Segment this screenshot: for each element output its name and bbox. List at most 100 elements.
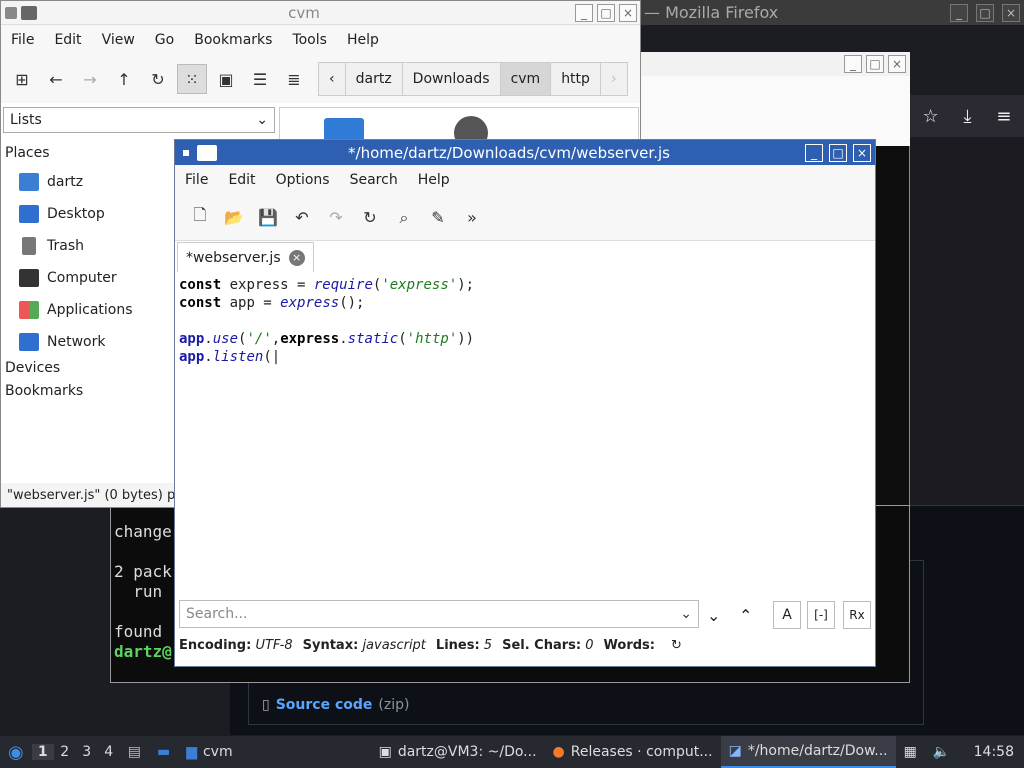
menu-file[interactable]: File bbox=[175, 172, 218, 188]
taskbar-item-label: Releases · comput... bbox=[570, 744, 713, 760]
match-case-icon[interactable]: A bbox=[773, 601, 801, 629]
file-manager-launcher-icon[interactable]: ▤ bbox=[120, 736, 149, 768]
menu-edit[interactable]: Edit bbox=[44, 32, 91, 48]
taskbar-item-editor[interactable]: ◪ */home/dartz/Dow... bbox=[720, 736, 896, 768]
menu-go[interactable]: Go bbox=[145, 32, 184, 48]
new-file-icon[interactable]: 🗋 bbox=[185, 203, 215, 233]
search-prev-icon[interactable]: ⌃ bbox=[739, 606, 752, 625]
window-menu-icon[interactable] bbox=[5, 6, 17, 19]
desktop-2[interactable]: 2 bbox=[54, 744, 76, 760]
find-icon[interactable]: ⌕ bbox=[389, 203, 419, 233]
back-icon[interactable]: ← bbox=[41, 64, 71, 94]
forward-icon[interactable]: → bbox=[75, 64, 105, 94]
minimize-icon[interactable]: _ bbox=[844, 55, 862, 73]
taskbar-item-firefox[interactable]: ● Releases · comput... bbox=[545, 736, 721, 768]
search-input[interactable]: Search... ⌄ bbox=[179, 600, 699, 628]
show-desktop-icon[interactable]: ▬ bbox=[149, 736, 178, 768]
reload-icon[interactable]: ↻ bbox=[143, 64, 173, 94]
replace-icon[interactable]: ✎ bbox=[423, 203, 453, 233]
places-header[interactable]: Places bbox=[5, 145, 50, 161]
side-pane-mode-select[interactable]: Lists ⌄ bbox=[3, 107, 275, 133]
sidebar-item-network[interactable]: Network bbox=[19, 333, 105, 351]
window-menu-icon[interactable] bbox=[183, 149, 189, 156]
menu-bookmarks[interactable]: Bookmarks bbox=[184, 32, 282, 48]
source-code-zip: (zip) bbox=[378, 697, 410, 713]
sidebar-item-computer[interactable]: Computer bbox=[19, 269, 117, 287]
taskbar-item-terminal[interactable]: ▣ dartz@VM3: ~/Do... bbox=[371, 736, 545, 768]
search-next-icon[interactable]: ⌄ bbox=[707, 606, 720, 625]
sidebar-item-desktop[interactable]: Desktop bbox=[19, 205, 105, 223]
regex-icon[interactable]: Rx bbox=[843, 601, 871, 629]
chevron-down-icon[interactable]: ⌄ bbox=[680, 606, 692, 622]
compact-view-icon[interactable]: ☰ bbox=[245, 64, 275, 94]
menu-help[interactable]: Help bbox=[408, 172, 460, 188]
redo-icon[interactable]: ↷ bbox=[321, 203, 351, 233]
code-editor[interactable]: const express = require('express'); cons… bbox=[179, 276, 474, 366]
volume-icon[interactable]: 🔈 bbox=[925, 736, 958, 768]
clock[interactable]: 14:58 bbox=[966, 736, 1024, 768]
breadcrumb-scroll-left-icon[interactable]: ‹ bbox=[318, 62, 346, 96]
new-tab-icon[interactable]: ⊞ bbox=[7, 64, 37, 94]
desktop-4[interactable]: 4 bbox=[98, 744, 120, 760]
sidebar-item-dartz[interactable]: dartz bbox=[19, 173, 83, 191]
open-folder-icon[interactable]: 📂 bbox=[219, 203, 249, 233]
file-manager-title: cvm bbox=[288, 3, 320, 22]
close-tab-icon[interactable]: × bbox=[288, 249, 305, 266]
breadcrumb-dartz[interactable]: dartz bbox=[344, 62, 403, 96]
menu-search[interactable]: Search bbox=[340, 172, 408, 188]
bookmark-star-icon[interactable]: ☆ bbox=[922, 106, 938, 127]
thumbnail-view-icon[interactable]: ▣ bbox=[211, 64, 241, 94]
sel-chars-label: Sel. Chars: bbox=[502, 638, 582, 653]
minimize-icon[interactable]: _ bbox=[950, 3, 968, 22]
desktop-1[interactable]: 1 bbox=[31, 744, 54, 760]
refresh-count-icon[interactable]: ↻ bbox=[671, 638, 682, 653]
icon-view-icon[interactable]: ⁙ bbox=[177, 64, 207, 94]
menu-help[interactable]: Help bbox=[337, 32, 389, 48]
goto-icon[interactable]: » bbox=[457, 203, 487, 233]
breadcrumb-downloads[interactable]: Downloads bbox=[401, 62, 501, 96]
maximize-icon[interactable]: □ bbox=[976, 3, 994, 22]
editor-toolbar: 🗋 📂 💾 ↶ ↷ ↻ ⌕ ✎ » bbox=[175, 195, 875, 241]
detail-view-icon[interactable]: ≣ bbox=[279, 64, 309, 94]
close-icon[interactable]: × bbox=[619, 3, 637, 22]
source-code-link-row[interactable]: ▯ Source code (zip) bbox=[262, 697, 409, 713]
start-menu-icon[interactable]: ◉ bbox=[0, 736, 32, 768]
clipboard-icon[interactable]: ▦ bbox=[896, 736, 925, 768]
breadcrumb-http[interactable]: http bbox=[550, 62, 601, 96]
taskbar: ◉ 1 2 3 4 ▤ ▬ ▆ cvm ▣ dartz@VM3: ~/Do... ●… bbox=[0, 736, 1024, 768]
menu-view[interactable]: View bbox=[92, 32, 145, 48]
desktop-3[interactable]: 3 bbox=[76, 744, 98, 760]
breadcrumb-scroll-right-icon[interactable]: › bbox=[599, 62, 628, 96]
menu-options[interactable]: Options bbox=[266, 172, 340, 188]
sidebar-item-trash[interactable]: Trash bbox=[19, 237, 84, 255]
up-icon[interactable]: ↑ bbox=[109, 64, 139, 94]
maximize-icon[interactable]: □ bbox=[866, 55, 884, 73]
download-icon[interactable]: ⤓ bbox=[964, 106, 972, 127]
menu-file[interactable]: File bbox=[1, 32, 44, 48]
source-code-link[interactable]: Source code bbox=[276, 697, 373, 713]
reload-icon[interactable]: ↻ bbox=[355, 203, 385, 233]
devices-header[interactable]: Devices bbox=[5, 360, 60, 376]
whole-word-icon[interactable]: [-] bbox=[807, 601, 835, 629]
sidebar-item-applications[interactable]: Applications bbox=[19, 301, 133, 319]
menu-tools[interactable]: Tools bbox=[282, 32, 337, 48]
maximize-icon[interactable]: □ bbox=[597, 3, 615, 22]
breadcrumb-cvm[interactable]: cvm bbox=[499, 62, 552, 96]
minimize-icon[interactable]: _ bbox=[575, 3, 593, 22]
menu-edit[interactable]: Edit bbox=[218, 172, 265, 188]
menu-icon[interactable]: ≡ bbox=[996, 106, 1011, 127]
background-dialog-content bbox=[640, 76, 910, 146]
tab-webserver[interactable]: *webserver.js × bbox=[177, 242, 314, 272]
close-icon[interactable]: × bbox=[888, 55, 906, 73]
save-icon[interactable]: 💾 bbox=[253, 203, 283, 233]
editor-window: */home/dartz/Downloads/cvm/webserver.js … bbox=[174, 139, 876, 667]
undo-icon[interactable]: ↶ bbox=[287, 203, 317, 233]
minimize-icon[interactable]: _ bbox=[805, 143, 823, 162]
editor-title: */home/dartz/Downloads/cvm/webserver.js bbox=[348, 143, 670, 162]
maximize-icon[interactable]: □ bbox=[829, 143, 847, 162]
close-icon[interactable]: × bbox=[1002, 3, 1020, 22]
taskbar-item-cvm[interactable]: ▆ cvm bbox=[178, 736, 240, 768]
bookmarks-header[interactable]: Bookmarks bbox=[5, 383, 83, 399]
taskbar-item-label: cvm bbox=[202, 744, 233, 760]
close-icon[interactable]: × bbox=[853, 143, 871, 162]
